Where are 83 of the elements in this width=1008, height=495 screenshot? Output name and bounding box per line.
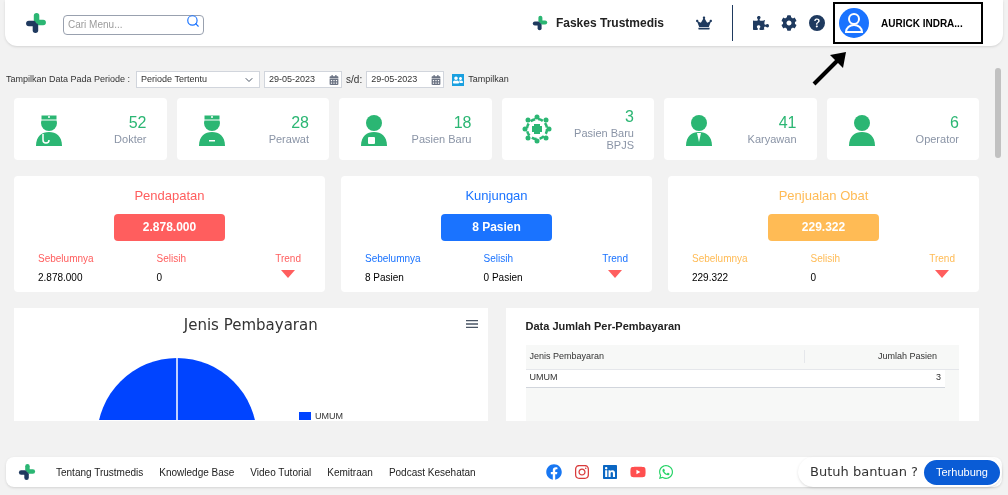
scrollbar-thumb[interactable] [995,68,1001,158]
instagram-icon[interactable] [573,464,590,480]
range-separator: s/d: [346,73,363,87]
stat-value: 41 [778,113,797,133]
trend-label: Trend [602,251,628,266]
difference-value: 0 Pasien [483,270,524,285]
logo-icon [18,463,36,481]
linkedin-icon[interactable] [601,464,618,480]
stat-label: Pasien Baru BPJS [573,127,634,151]
trend-label: Trend [929,251,955,266]
pointer-arrow-icon [810,50,848,88]
search-field[interactable]: Cari Menu... [63,14,204,35]
difference-value: 0 [156,270,164,285]
user-profile-button[interactable]: AURICK INDRA... [833,2,983,44]
stat-value: 28 [291,113,309,133]
show-button[interactable]: Tampilkan [452,72,509,87]
column-header: Jumlah Pasien [876,349,938,363]
stat-value: 52 [128,113,147,133]
stat-label: Operator [914,133,959,145]
summary-value: 2.878.000 [114,213,225,241]
footer-link[interactable]: Tentang Trustmedis [56,464,144,480]
summary-value: 229.322 [768,213,879,241]
calendar-icon [431,74,442,85]
logo-icon [25,12,47,34]
previous-value: 2.878.000 [38,270,84,285]
logo-icon [531,15,548,31]
stat-label: Perawat [267,133,309,145]
employee-icon [684,112,714,146]
previous-label: Sebelumnya [365,251,422,266]
difference-label: Selisih [483,251,515,266]
trend-down-icon [608,269,623,278]
footer-link[interactable]: Kemitraan [327,464,373,480]
people-circle-icon [521,114,552,144]
period-label: Tampilkan Data Pada Periode : [6,72,131,86]
puzzle-icon[interactable] [753,15,769,31]
calendar-icon [329,74,340,85]
stat-value: 3 [625,107,634,127]
table-title: Data Jumlah Per-Pembayaran [525,319,682,334]
stat-label: Pasien Baru [410,133,472,145]
trend-down-icon [935,269,950,278]
youtube-icon[interactable] [629,464,646,480]
summary-title: Pendapatan [134,187,205,205]
crown-icon[interactable] [696,15,712,31]
person-icon [846,112,877,146]
start-date-field[interactable]: 29-05-2023 [264,71,343,88]
help-text: Butuh bantuan ? [810,463,918,482]
connect-button[interactable]: Terhubung [924,459,1000,485]
difference-value: 0 [810,270,818,285]
footer-link[interactable]: Video Tutorial [250,464,312,480]
difference-label: Selisih [156,251,188,266]
summary-title: Penjualan Obat [778,187,869,205]
column-header: Jenis Pembayaran [525,349,805,364]
facility-name: Faskes Trustmedis [555,15,664,32]
footer-link[interactable]: Knowledge Base [159,464,235,480]
period-select[interactable]: Periode Tertentu [136,71,261,88]
previous-value: 8 Pasien [365,270,405,285]
difference-label: Selisih [810,251,842,266]
facebook-icon[interactable] [545,464,562,480]
stat-label: Karyawan [746,133,797,145]
users-icon [452,73,465,86]
stat-value: 18 [453,113,472,133]
avatar-icon [839,8,869,38]
previous-label: Sebelumnya [38,251,95,266]
summary-value: 8 Pasien [441,213,552,241]
summary-title: Kunjungan [465,187,528,205]
doctor-icon [34,112,64,146]
previous-value: 229.322 [692,270,730,285]
stat-label: Dokter [113,133,147,145]
trend-label: Trend [275,251,301,266]
table-cell-text: UMUM [528,371,559,385]
trend-down-icon [281,269,296,278]
legend-label[interactable]: UMUM [315,410,343,421]
search-icon [186,14,200,28]
chart-title: Jenis Pembayaran [183,316,318,334]
table-cell-text: 3 [935,371,942,385]
end-date-field[interactable]: 29-05-2023 [366,71,445,88]
settings-icon[interactable] [781,15,797,31]
help-icon[interactable] [809,15,825,31]
stat-value: 6 [950,113,959,133]
patient-icon [359,112,389,146]
previous-label: Sebelumnya [692,251,749,266]
footer-link[interactable]: Podcast Kesehatan [388,464,476,480]
nurse-icon [196,112,227,146]
